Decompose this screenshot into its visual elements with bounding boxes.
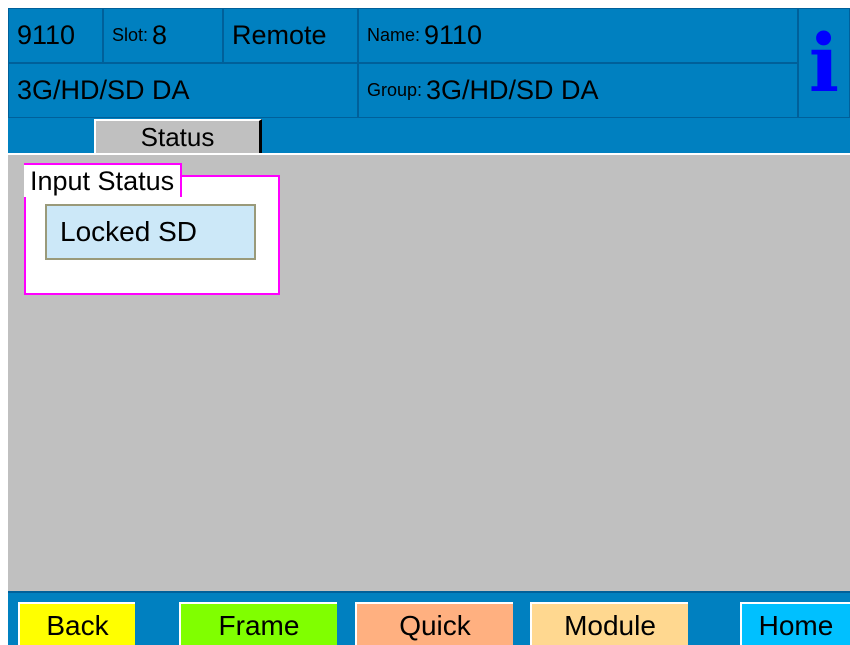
quick-button[interactable]: Quick	[355, 602, 513, 645]
tab-divider	[8, 153, 850, 155]
name-label: Name:	[367, 25, 421, 45]
group-value: 3G/HD/SD DA	[426, 75, 599, 105]
slot-label: Slot:	[112, 25, 149, 45]
module-button[interactable]: Module	[530, 602, 688, 645]
device-id: 9110	[8, 8, 103, 63]
name-value: 9110	[424, 20, 483, 50]
back-button[interactable]: Back	[18, 602, 135, 645]
card-type-cell: 3G/HD/SD DA	[8, 63, 358, 118]
footer-bar: Back Frame Quick Module Home	[8, 591, 850, 645]
home-button-label: Home	[758, 609, 834, 641]
mode-label: Remote	[232, 20, 327, 50]
tab-status-label: Status	[140, 121, 215, 152]
info-icon: i	[808, 16, 840, 110]
slot-value: 8	[152, 20, 168, 50]
tab-status[interactable]: Status	[94, 119, 262, 153]
mode-cell: Remote	[223, 8, 358, 63]
input-status-title: Input Status	[24, 163, 183, 197]
device-id-label: 9110	[17, 20, 76, 50]
frame-button[interactable]: Frame	[179, 602, 337, 645]
quick-button-label: Quick	[399, 609, 471, 641]
name-cell: Name: 9110	[358, 8, 798, 63]
device-panel: 9110 Slot: 8 Remote Name: 9110 3G/HD/SD …	[8, 8, 850, 645]
slot-cell: Slot: 8	[103, 8, 223, 63]
info-button[interactable]: i	[798, 8, 850, 118]
header-bar: 9110 Slot: 8 Remote Name: 9110 3G/HD/SD …	[8, 8, 850, 153]
group-label: Group:	[367, 80, 423, 100]
input-status-value: Locked SD	[45, 204, 256, 260]
group-cell: Group: 3G/HD/SD DA	[358, 63, 798, 118]
module-button-label: Module	[564, 609, 656, 641]
home-button[interactable]: Home	[740, 602, 850, 645]
back-button-label: Back	[46, 609, 109, 641]
card-type-label: 3G/HD/SD DA	[17, 75, 190, 105]
frame-button-label: Frame	[218, 609, 300, 641]
